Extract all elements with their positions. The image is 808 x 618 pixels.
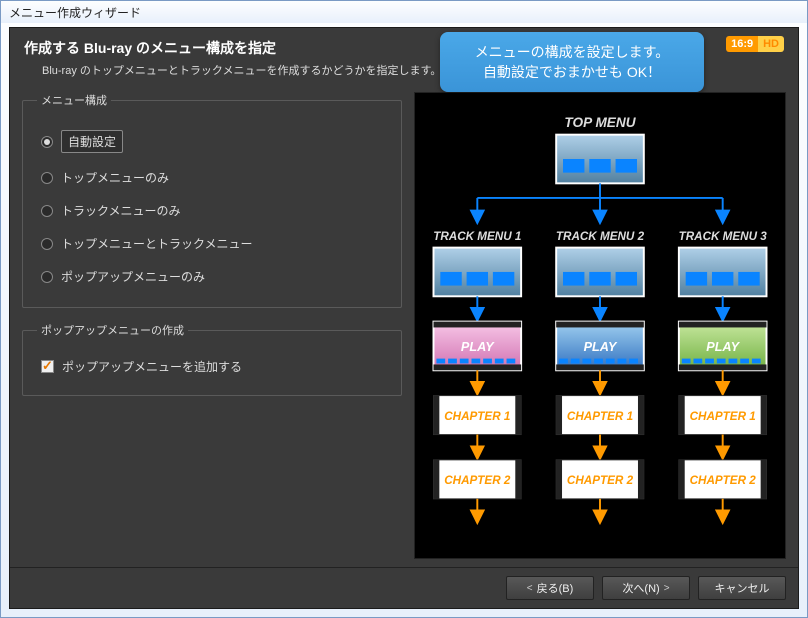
radio-icon (41, 238, 53, 250)
left-panel: メニュー構成 自動設定 トップメニューのみ トラックメニューのみ (22, 92, 402, 559)
radio-top-and-track[interactable]: トップメニューとトラックメニュー (37, 227, 387, 260)
next-button[interactable]: 次へ(N) > (602, 576, 690, 600)
popup-fieldset: ポップアップメニューの作成 ポップアップメニューを追加する (22, 322, 402, 396)
checkbox-icon (41, 360, 54, 373)
help-tooltip: メニューの構成を設定します。 自動設定でおまかせも OK！ (440, 32, 704, 92)
back-button-label: 戻る(B) (537, 580, 574, 596)
radio-icon (41, 172, 53, 184)
tooltip-line1: メニューの構成を設定します。 (452, 42, 692, 62)
chevron-right-icon: > (664, 583, 670, 594)
track-menu-1-label: TRACK MENU 1 (433, 230, 521, 243)
play-label-3: PLAY (706, 340, 740, 354)
footer: < 戻る(B) 次へ(N) > キャンセル (10, 567, 798, 608)
window-title: メニュー作成ウィザード (9, 6, 141, 20)
aspect-ratio-badge: 16:9 (726, 36, 758, 52)
popup-checkbox-row[interactable]: ポップアップメニューを追加する (37, 352, 387, 381)
tooltip-line2: 自動設定でおまかせも OK！ (452, 62, 692, 82)
back-button[interactable]: < 戻る(B) (506, 576, 594, 600)
content-area: 作成する Blu-ray のメニュー構成を指定 Blu-ray のトップメニュー… (9, 27, 799, 609)
wizard-window: メニュー作成ウィザード 作成する Blu-ray のメニュー構成を指定 Blu-… (0, 0, 808, 618)
chevron-left-icon: < (527, 583, 533, 594)
cancel-button[interactable]: キャンセル (698, 576, 786, 600)
radio-track-only[interactable]: トラックメニューのみ (37, 194, 387, 227)
menu-structure-legend: メニュー構成 (37, 92, 111, 108)
menu-structure-fieldset: メニュー構成 自動設定 トップメニューのみ トラックメニューのみ (22, 92, 402, 308)
titlebar: メニュー作成ウィザード (1, 1, 807, 23)
hd-label: HD (758, 36, 784, 52)
chapter1-label-2: CHAPTER 1 (567, 410, 633, 423)
menu-preview: TOP MENU TRACK MENU 1 (414, 92, 786, 559)
cancel-button-label: キャンセル (715, 580, 770, 596)
play-label-2: PLAY (584, 340, 618, 354)
radio-icon (41, 271, 53, 283)
track-menu-3-label: TRACK MENU 3 (679, 230, 768, 243)
next-button-label: 次へ(N) (622, 580, 659, 596)
chapter2-label-1: CHAPTER 2 (444, 474, 511, 487)
body: メニュー構成 自動設定 トップメニューのみ トラックメニューのみ (10, 86, 798, 567)
radio-auto[interactable]: 自動設定 (37, 122, 387, 161)
radio-label: 自動設定 (61, 130, 123, 153)
radio-popup-only[interactable]: ポップアップメニューのみ (37, 260, 387, 293)
popup-legend: ポップアップメニューの作成 (37, 322, 188, 338)
track-menu-2-label: TRACK MENU 2 (556, 230, 645, 243)
radio-label: ポップアップメニューのみ (61, 268, 205, 285)
radio-label: トップメニューのみ (61, 169, 169, 186)
checkbox-label: ポップアップメニューを追加する (62, 358, 242, 375)
chapter1-label-1: CHAPTER 1 (444, 410, 510, 423)
radio-icon (41, 136, 53, 148)
radio-label: トップメニューとトラックメニュー (61, 235, 253, 252)
chapter2-label-2: CHAPTER 2 (567, 474, 634, 487)
top-menu-label: TOP MENU (564, 115, 636, 130)
chapter2-label-3: CHAPTER 2 (690, 474, 757, 487)
radio-top-only[interactable]: トップメニューのみ (37, 161, 387, 194)
chapter1-label-3: CHAPTER 1 (690, 410, 756, 423)
hd-badge: 16:9 HD (726, 36, 784, 52)
radio-icon (41, 205, 53, 217)
radio-label: トラックメニューのみ (61, 202, 181, 219)
preview-diagram: TOP MENU TRACK MENU 1 (415, 93, 785, 558)
play-label-1: PLAY (461, 340, 495, 354)
